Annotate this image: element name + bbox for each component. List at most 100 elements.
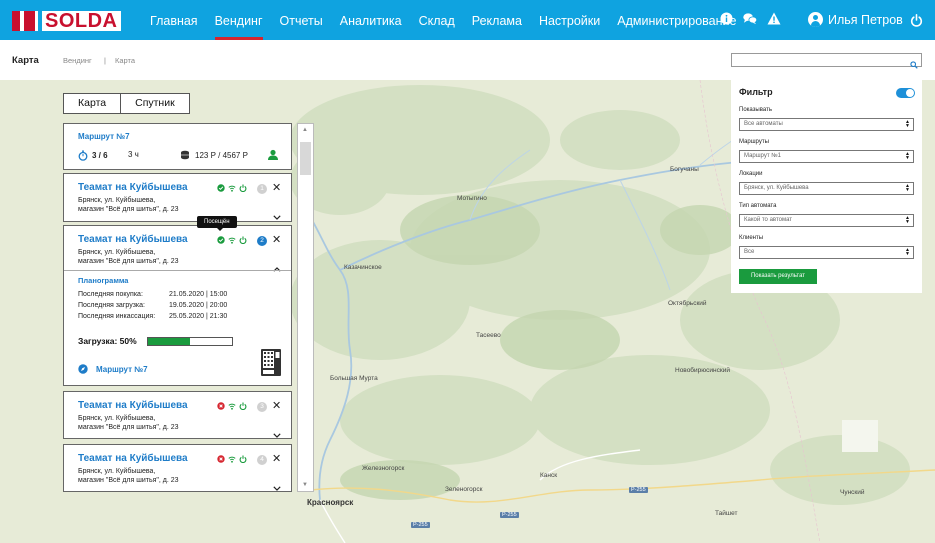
logo[interactable]: SOLDA [12,11,121,31]
filter-select-clients[interactable]: Все ▲ ▼ [739,246,914,259]
stopwatch-icon [78,150,88,161]
machine-address-line1: Брянск, ул. Куйбышева, [78,468,156,475]
map-place-label: Большая Мурта [330,375,378,382]
route-panel: Маршрут №7 3 / 6 3 ч 123 Р / 4567 Р Теам… [63,123,292,492]
map-place-label: Тасеево [476,332,501,339]
avatar-icon [808,12,823,27]
nav-item-warehouse[interactable]: Склад [419,0,455,40]
chevron-down-icon[interactable] [273,207,281,225]
filter-select-routes[interactable]: Маршрут №1 ▲ ▼ [739,150,914,163]
select-arrows-icon: ▲ ▼ [905,183,910,193]
machine-details: Планограмма Последняя покупка: 21.05.2020… [64,270,291,386]
filter-toggle[interactable] [896,88,915,98]
machine-title[interactable]: Теамат на Куйбышева [78,400,188,411]
detail-label: Последняя инкассация: [78,313,156,320]
nav-item-analytics[interactable]: Аналитика [340,0,402,40]
breadcrumb-item-vending[interactable]: Вендинг [63,56,92,65]
map-type-satellite-button[interactable]: Спутник [120,94,189,113]
machine-status-icons [217,402,250,410]
select-arrows-icon: ▲ ▼ [905,215,910,225]
road-label: Р-255 [411,522,430,528]
user-menu[interactable]: Илья Петров [808,12,903,27]
error-icon [217,455,225,463]
map-place-label: Чунский [840,489,865,496]
route-money: 123 Р / 4567 Р [180,150,248,160]
power-icon [239,455,247,463]
machine-order-number: 3 [257,402,267,412]
machine-card-expanded[interactable]: Теамат на Куйбышева 2 ✕ Брянск, ул. Куйб… [63,225,292,386]
nav-item-vending[interactable]: Вендинг [214,0,263,40]
route-link[interactable]: Маршрут №7 [78,364,148,374]
search-input[interactable] [731,53,922,69]
filter-label-locations: Локации [739,171,763,177]
scrollbar-thumb[interactable] [300,142,311,175]
chevron-down-icon[interactable] [273,478,281,496]
show-results-button[interactable]: Показать результат [739,269,817,284]
chevron-down-icon[interactable] [273,425,281,443]
map-place-label: Красноярск [307,498,354,507]
nav-item-home[interactable]: Главная [150,0,198,40]
machine-card[interactable]: Теамат на Куйбышева 1 ✕ Брянск, ул. Куйб… [63,173,292,222]
nav-item-reports[interactable]: Отчеты [280,0,323,40]
filter-label-routes: Маршруты [739,139,769,145]
nav-item-settings[interactable]: Настройки [539,0,600,40]
filter-select-machine-type[interactable]: Какой то автомат ▲ ▼ [739,214,914,227]
filter-label-machine-type: Тип автомата [739,203,777,209]
map-place-label: Новобирюсинский [675,367,730,374]
wifi-icon [228,402,236,410]
close-icon[interactable]: ✕ [272,235,281,246]
machine-title[interactable]: Теамат на Куйбышева [78,453,188,464]
power-icon [239,402,247,410]
route-title[interactable]: Маршрут №7 [78,132,130,141]
machine-card[interactable]: Теамат на Куйбышева 3 ✕ Брянск, ул. Куйб… [63,391,292,439]
user-name: Илья Петров [828,12,903,27]
scroll-down-icon[interactable]: ▼ [302,482,308,488]
map-place-label: Богучаны [670,166,699,173]
scroll-up-icon[interactable]: ▲ [302,127,308,133]
machine-status-icons [217,236,250,244]
route-panel-scrollbar[interactable]: ▲ ▼ [297,123,314,492]
search-icon[interactable] [910,56,918,74]
machine-card[interactable]: Теамат на Куйбышева 4 ✕ Брянск, ул. Куйб… [63,444,292,492]
select-value: Все [744,249,755,255]
logout-icon[interactable] [910,14,923,32]
header-icons [719,11,791,25]
machine-address-line2: магазин "Всё для шитья", д. 23 [78,477,179,484]
breadcrumb-separator: | [104,56,106,65]
close-icon[interactable]: ✕ [272,183,281,194]
info-icon[interactable] [719,11,733,25]
select-value: Какой то автомат [744,217,793,223]
load-label: Загрузка: 50% [78,336,137,346]
map-place-label: Зеленогорск [445,486,483,493]
machine-status-icons [217,184,250,192]
close-icon[interactable]: ✕ [272,401,281,412]
page-title: Карта [12,55,39,66]
machine-address-line2: магазин "Всё для шитья", д. 23 [78,424,179,431]
error-icon [217,402,225,410]
filter-panel: Фильтр Показывать Все автоматы ▲ ▼ Маршрут… [731,80,922,293]
map-place-label: Канск [540,472,558,479]
select-arrows-icon: ▲ ▼ [905,151,910,161]
route-progress: 3 / 6 [78,150,108,161]
route-summary-card: Маршрут №7 3 / 6 3 ч 123 Р / 4567 Р [63,123,292,170]
load-progress-bar [147,337,233,346]
wifi-icon [228,455,236,463]
map-place-label: Казачинское [344,264,382,271]
filter-select-show[interactable]: Все автоматы ▲ ▼ [739,118,914,131]
filter-select-locations[interactable]: Брянск, ул. Куйбышева ▲ ▼ [739,182,914,195]
planogram-link[interactable]: Планограмма [78,276,128,285]
map-place-label: Мотыгино [457,195,487,202]
warning-icon[interactable] [767,11,781,25]
detail-value: 19.05.2020 | 20:00 [169,302,228,309]
detail-value: 25.05.2020 | 21:30 [169,313,228,320]
top-bar: SOLDA Главная Вендинг Отчеты Аналитика С… [0,0,935,40]
machine-address-line1: Брянск, ул. Куйбышева, [78,249,156,256]
power-icon [239,236,247,244]
machine-title[interactable]: Теамат на Куйбышева [78,182,188,193]
chat-icon[interactable] [743,11,757,25]
filter-title: Фильтр [739,87,773,97]
close-icon[interactable]: ✕ [272,454,281,465]
nav-item-ads[interactable]: Реклама [472,0,522,40]
machine-title[interactable]: Теамат на Куйбышева [78,234,188,245]
map-type-map-button[interactable]: Карта [64,94,120,113]
